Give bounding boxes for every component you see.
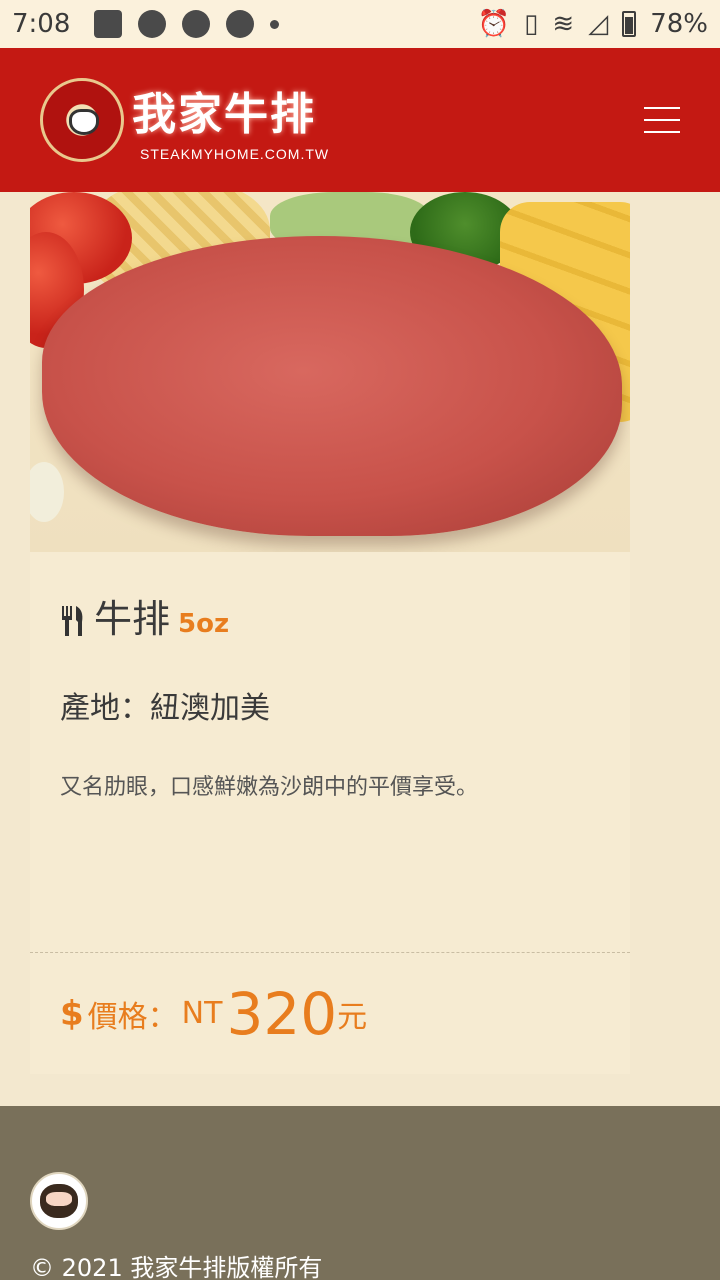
- price-label: 價格：: [87, 999, 178, 1035]
- cow-icon: [40, 1184, 78, 1218]
- steak-photo: [30, 192, 630, 552]
- price-unit: 元: [337, 999, 368, 1035]
- brand-url: STEAKMYHOME.COM.TW: [140, 146, 330, 162]
- price-area: $ 價格： NT 320 元: [30, 952, 630, 1074]
- product-description: 又名肋眼，口感鮮嫩為沙朗中的平價享受。: [60, 775, 479, 800]
- line-icon: [138, 10, 167, 38]
- logo-emblem[interactable]: [40, 78, 124, 162]
- card-body: 牛排 5oz 產地：紐澳加美 又名肋眼，口感鮮嫩為沙朗中的平價享受。: [30, 552, 630, 952]
- vibrate-icon: ▯: [524, 9, 539, 39]
- product-title: 牛排 5oz: [60, 588, 600, 643]
- image-icon: [94, 10, 123, 38]
- cow-logo-icon: [69, 109, 99, 135]
- music-icon: [226, 10, 255, 38]
- site-header: 我家牛排 STEAKMYHOME.COM.TW: [0, 48, 720, 192]
- garlic-garnish: [30, 462, 64, 522]
- footer-logo-icon[interactable]: [30, 1172, 88, 1230]
- price-value: 320: [226, 979, 338, 1048]
- product-card: 牛排 5oz 產地：紐澳加美 又名肋眼，口感鮮嫩為沙朗中的平價享受。 $ 價格：…: [30, 192, 630, 1074]
- dot-icon: [270, 19, 280, 29]
- status-right: ⏰ ▯ ≋ ◿ 78%: [478, 9, 708, 39]
- wifi-icon: ≋: [552, 9, 575, 39]
- menu-bar: [644, 107, 680, 109]
- music-icon: [182, 10, 211, 38]
- dollar-icon: $: [60, 993, 84, 1034]
- status-bar: 7:08 ⏰ ▯ ≋ ◿ 78%: [0, 0, 720, 48]
- copyright-text: © 2021 我家牛排版權所有: [30, 1254, 323, 1280]
- product-origin: 產地：紐澳加美: [60, 691, 270, 726]
- site-footer: © 2021 我家牛排版權所有: [0, 1106, 720, 1280]
- fork-knife-icon: [62, 606, 83, 636]
- logo-text[interactable]: 我家牛排 STEAKMYHOME.COM.TW: [132, 78, 329, 162]
- product-size: 5oz: [178, 609, 230, 639]
- menu-bar: [644, 131, 680, 133]
- brand-name: 我家牛排: [132, 89, 316, 140]
- status-left: 7:08: [12, 9, 280, 39]
- steak-image: [42, 236, 622, 536]
- battery-level: 78%: [650, 9, 708, 39]
- price-currency: NT: [181, 996, 223, 1031]
- hamburger-menu-icon[interactable]: [644, 107, 680, 133]
- battery-icon: [622, 11, 637, 37]
- menu-bar: [644, 119, 680, 121]
- product-name: 牛排: [94, 597, 171, 641]
- signal-icon: ◿: [588, 9, 609, 39]
- alarm-icon: ⏰: [477, 9, 511, 39]
- status-time: 7:08: [12, 9, 71, 39]
